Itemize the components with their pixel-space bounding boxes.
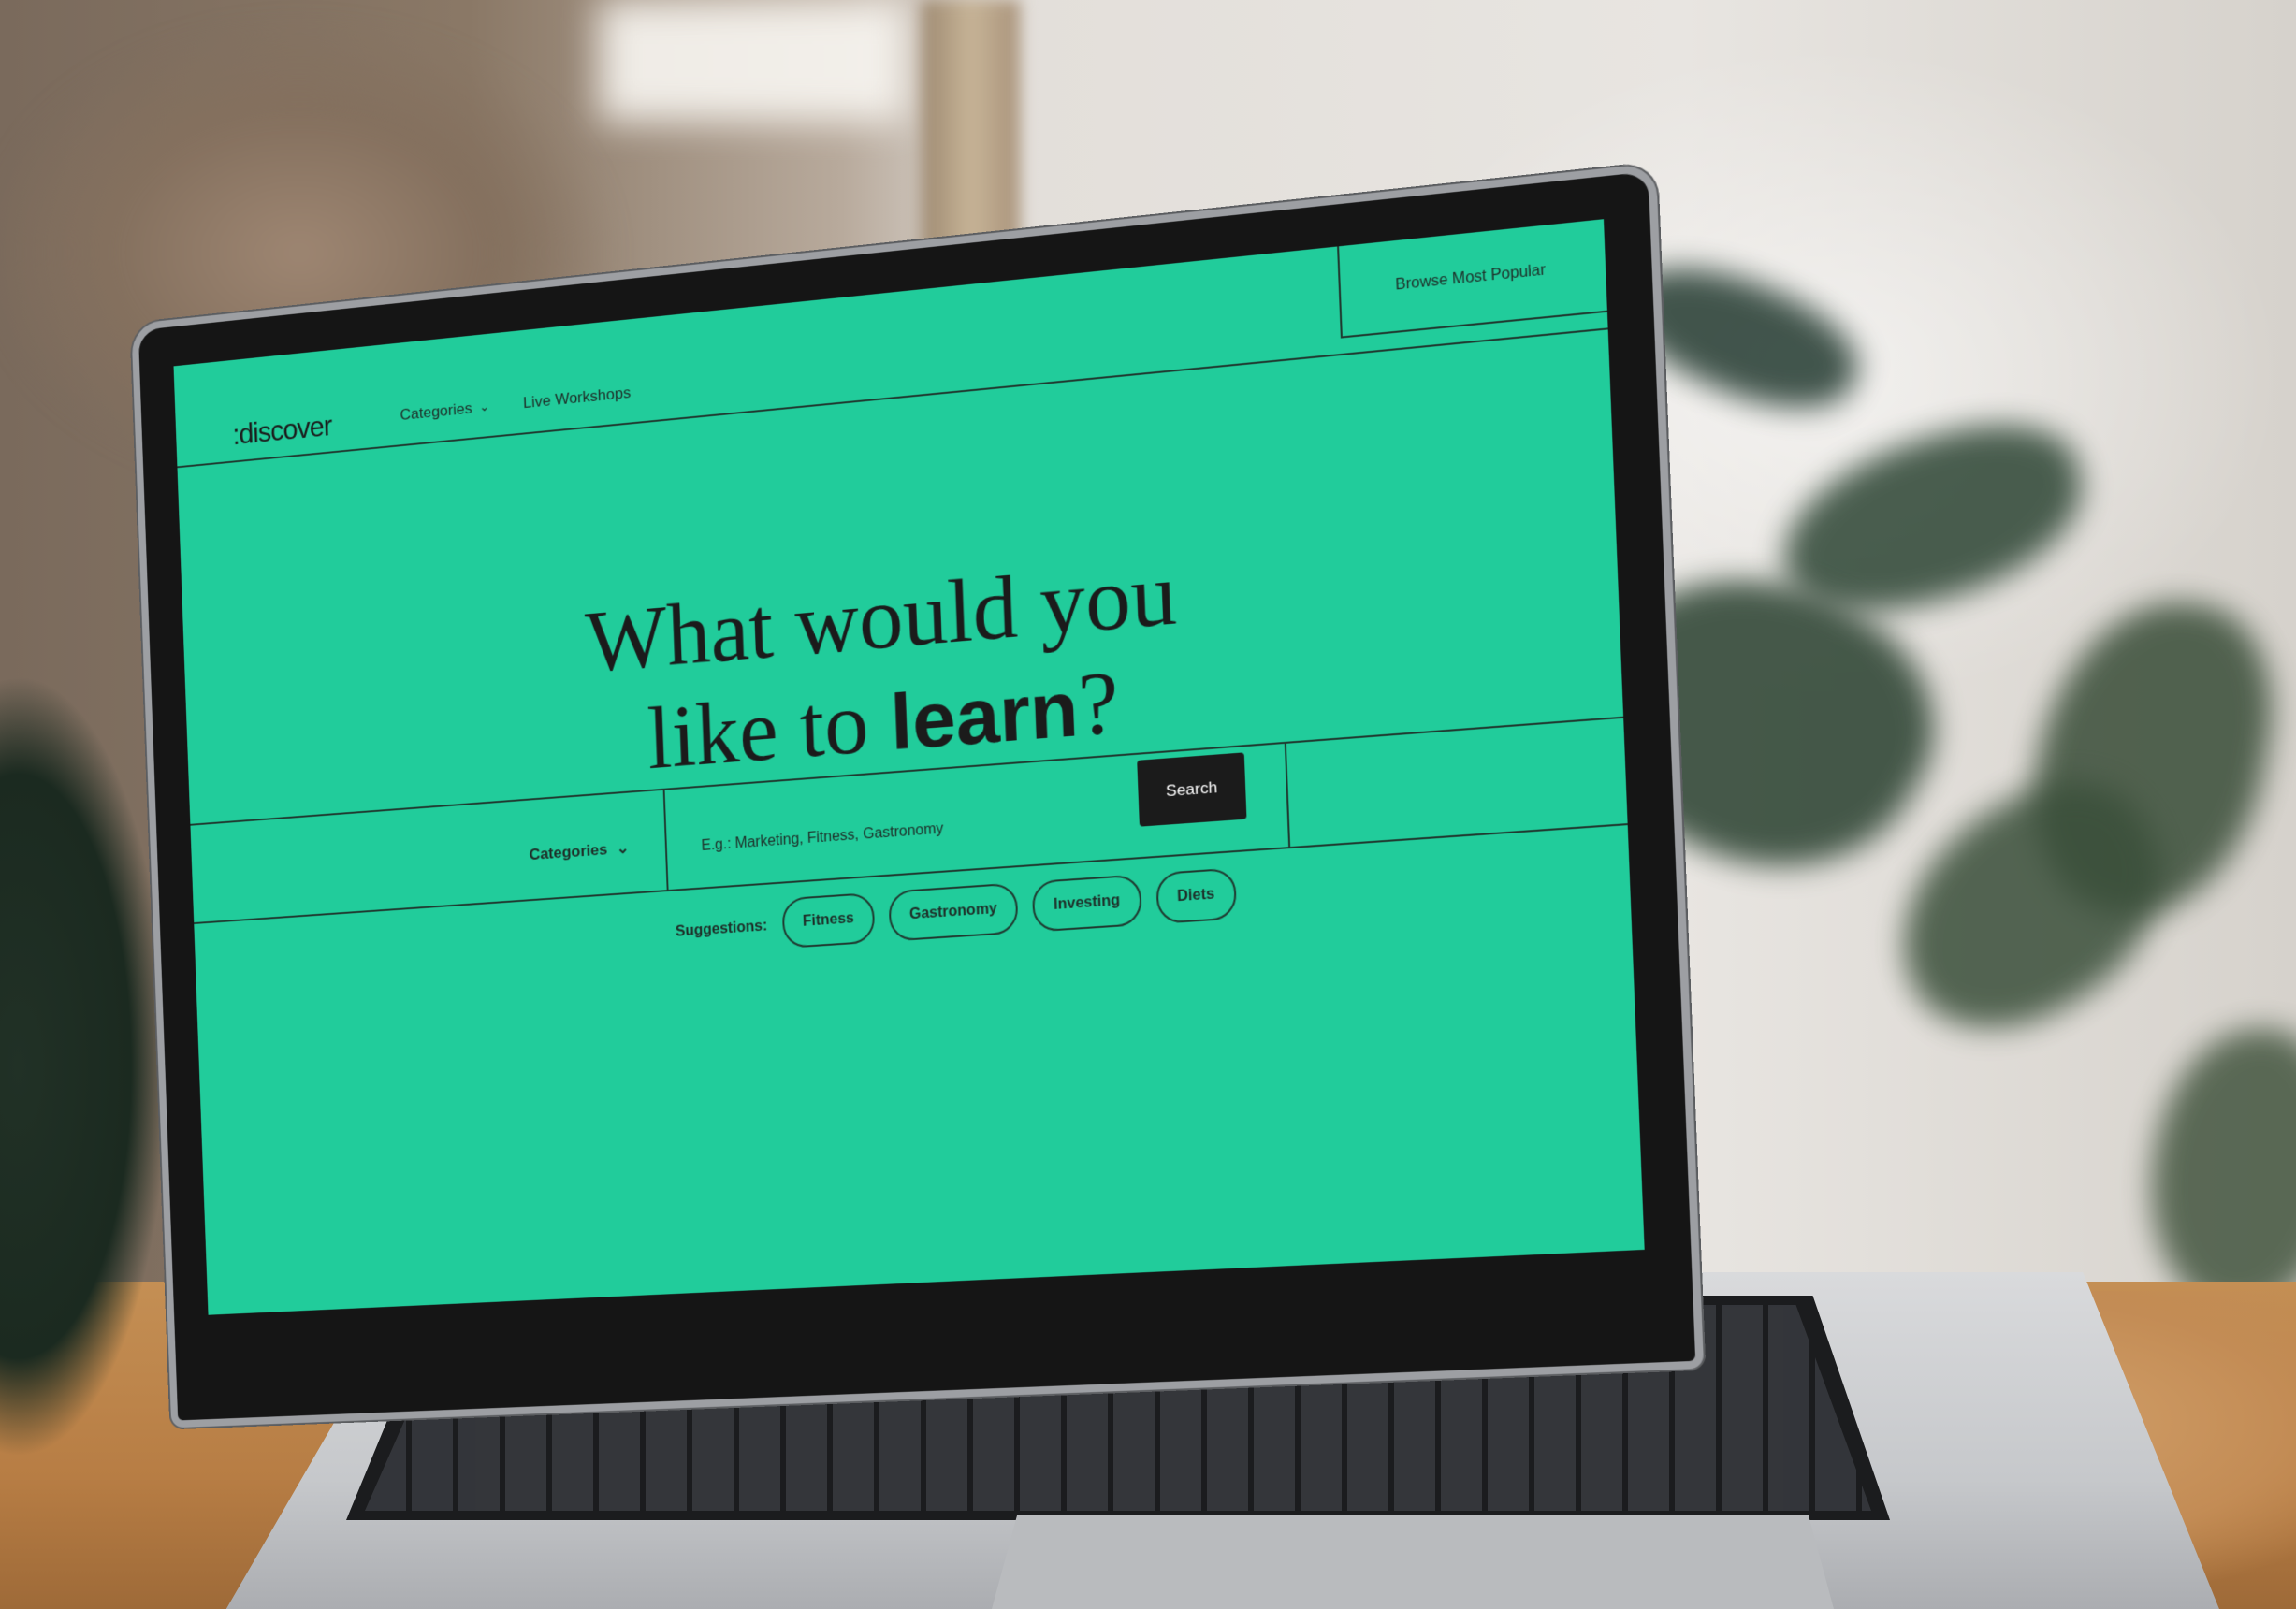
photo-background: :discover Categories ⌄ Live Workshops Br… xyxy=(0,0,2296,1609)
nav-categories[interactable]: Categories ⌄ xyxy=(400,398,489,425)
nav-categories-label: Categories xyxy=(400,399,472,424)
search-button[interactable]: Search xyxy=(1137,752,1247,827)
browse-most-popular-link[interactable]: Browse Most Popular xyxy=(1337,219,1607,339)
suggestion-chip-diets[interactable]: Diets xyxy=(1155,867,1237,924)
discover-website: :discover Categories ⌄ Live Workshops Br… xyxy=(173,219,1645,1315)
browse-most-popular-label: Browse Most Popular xyxy=(1395,262,1547,294)
headline-suffix: ? xyxy=(1076,650,1121,756)
laptop-trackpad xyxy=(992,1515,1834,1609)
laptop-screen: :discover Categories ⌄ Live Workshops Br… xyxy=(173,219,1645,1315)
nav-live-workshops-label: Live Workshops xyxy=(522,384,632,413)
category-dropdown-control[interactable]: Categories ⌄ xyxy=(529,839,630,864)
brand-logo[interactable]: :discover xyxy=(232,410,332,452)
search-input[interactable] xyxy=(699,802,1112,862)
chevron-down-icon: ⌄ xyxy=(616,838,630,858)
category-dropdown-label: Categories xyxy=(529,840,608,864)
suggestion-chips: Fitness Gastronomy Investing Diets xyxy=(781,867,1237,949)
chevron-down-icon: ⌄ xyxy=(478,398,490,414)
suggestion-chip-fitness[interactable]: Fitness xyxy=(781,891,876,949)
nav-live-workshops[interactable]: Live Workshops xyxy=(523,384,632,413)
headline-emphasis: learn xyxy=(889,663,1081,767)
suggestions-label: Suggestions: xyxy=(675,918,768,940)
headline-prefix: like to xyxy=(646,669,893,788)
laptop-lid: :discover Categories ⌄ Live Workshops Br… xyxy=(131,163,1705,1428)
suggestion-chip-gastronomy[interactable]: Gastronomy xyxy=(888,882,1019,942)
suggestion-chip-investing[interactable]: Investing xyxy=(1031,874,1142,933)
